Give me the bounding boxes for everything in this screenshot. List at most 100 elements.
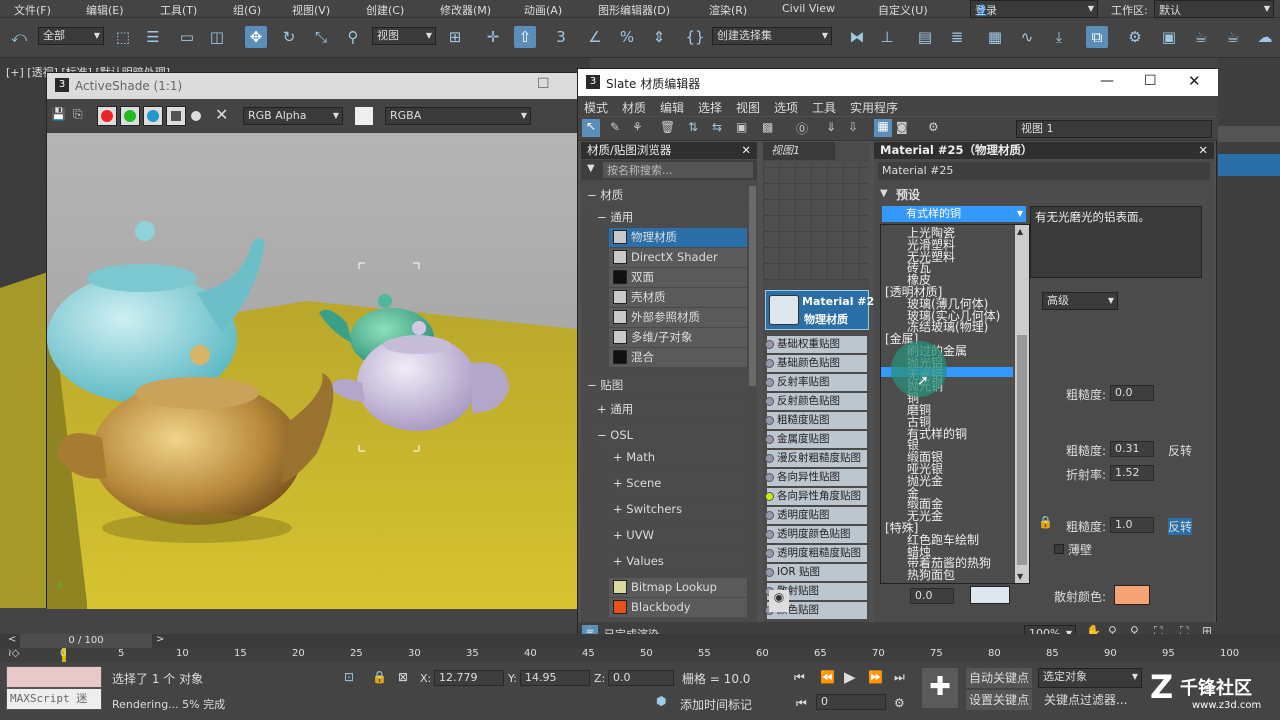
monochrome-icon[interactable] xyxy=(191,111,201,121)
preset-option[interactable]: 冻结玻璃(物理) xyxy=(907,321,988,333)
slot-socket-icon[interactable] xyxy=(765,435,774,444)
angle-snap-icon[interactable]: ∠ xyxy=(584,26,606,48)
menu-rendering[interactable]: 渲染(R) xyxy=(709,2,747,18)
login-dropdown[interactable]: 👤 登录 ▼ xyxy=(970,0,1098,18)
show-map-icon[interactable]: ▦ xyxy=(874,119,892,137)
collapse-icon[interactable]: ▼ xyxy=(880,188,888,199)
x-coordinate[interactable]: 12.779 xyxy=(434,670,504,686)
browser-group-maps-general[interactable]: + 通用 xyxy=(593,400,747,419)
view-select-dropdown[interactable]: 视图 1 xyxy=(1016,120,1212,138)
browser-item-directx[interactable]: DirectX Shader xyxy=(609,248,747,267)
maximize-icon[interactable]: ☐ xyxy=(537,76,550,92)
mirror-icon[interactable]: ⧓ xyxy=(846,26,868,48)
minimize-icon[interactable]: — xyxy=(1100,73,1114,89)
color-swatch[interactable] xyxy=(970,586,1010,604)
slate-menu-options[interactable]: 选项 xyxy=(774,99,798,116)
blue-channel-button[interactable] xyxy=(143,106,163,126)
scene-explorer-icon[interactable]: ▤ xyxy=(914,26,936,48)
next-frame-icon[interactable]: > xyxy=(156,634,164,645)
scale-icon[interactable]: ⤡ xyxy=(310,26,332,48)
menu-file[interactable]: 文件(F) xyxy=(14,2,51,18)
node-view[interactable]: 视图1 Material #25 物理材质 基础权重贴图 基础颜色贴图 反射率贴图反… xyxy=(763,142,882,622)
key-mode-icon[interactable]: ⏮ xyxy=(796,696,807,711)
slot-socket-icon[interactable] xyxy=(765,549,774,558)
slate-menu-edit[interactable]: 编辑 xyxy=(660,99,684,116)
node-slot[interactable]: 漫反射粗糙度贴图 xyxy=(765,450,867,467)
time-tag-icon[interactable]: ⬢ xyxy=(656,694,666,708)
menu-views[interactable]: 视图(V) xyxy=(292,2,330,18)
node-slot[interactable]: 反射率贴图 xyxy=(765,374,867,391)
dropdown-arrow-icon[interactable]: ▼ xyxy=(587,163,595,174)
play-icon[interactable]: ▶ xyxy=(844,668,856,686)
place-icon[interactable]: ⚲ xyxy=(342,26,364,48)
selection-filter-dropdown[interactable]: 全部 ▼ xyxy=(38,27,104,45)
slot-socket-icon[interactable] xyxy=(765,454,774,463)
preset-option[interactable]: 玻璃(薄几何体) xyxy=(907,298,988,310)
layer-explorer-icon[interactable]: ≣ xyxy=(946,26,968,48)
rotate-icon[interactable]: ↻ xyxy=(278,26,300,48)
preset-list-scrollbar[interactable]: ▲ ▼ xyxy=(1015,225,1029,583)
save-image-icon[interactable]: 💾 xyxy=(51,107,66,121)
set-key-button[interactable]: 设置关键点 xyxy=(966,690,1032,710)
reflection-roughness-spinner[interactable]: 0.31 xyxy=(1110,441,1154,457)
set-key-big-icon[interactable]: ✚ xyxy=(922,668,958,708)
node-slot[interactable]: 基础权重贴图 xyxy=(765,336,867,353)
keyboard-shortcut-icon[interactable]: ⇧ xyxy=(514,26,536,48)
node-slot[interactable]: 各向异性贴图 xyxy=(765,469,867,486)
time-config-icon[interactable]: ⚙ xyxy=(894,696,905,710)
slot-socket-icon[interactable] xyxy=(765,397,774,406)
display-channel-dropdown[interactable]: RGB Alpha ▼ xyxy=(243,107,343,125)
transparency-roughness-spinner[interactable]: 1.0 xyxy=(1110,517,1154,533)
named-selection-set-dropdown[interactable]: 创建选择集 ▼ xyxy=(712,27,832,45)
node-slot[interactable]: IOR 贴图 xyxy=(765,564,867,581)
material-name-field[interactable]: Material #25 xyxy=(878,162,1210,180)
key-filters-button[interactable]: 关键点过滤器... xyxy=(1044,690,1144,710)
close-icon[interactable]: ✕ xyxy=(1188,72,1201,90)
select-object-icon[interactable]: ⬚ xyxy=(112,26,134,48)
dope-sheet-icon[interactable]: ⤓ xyxy=(1048,26,1070,48)
window-crossing-icon[interactable]: ◫ xyxy=(206,26,228,48)
slot-socket-icon[interactable] xyxy=(765,416,774,425)
menu-animation[interactable]: 动画(A) xyxy=(524,2,562,18)
node-slot[interactable]: 各向异性角度贴图 xyxy=(765,488,867,505)
slate-menu-utilities[interactable]: 实用程序 xyxy=(850,99,898,116)
copy-image-icon[interactable]: ⎘ xyxy=(73,107,83,122)
menu-graph-editors[interactable]: 图形编辑器(D) xyxy=(598,2,670,18)
bottom-spinner[interactable]: 0.0 xyxy=(910,588,954,604)
workspace-dropdown[interactable]: 默认 ▼ xyxy=(1154,0,1274,18)
preset-option[interactable]: 红色跑车绘制 xyxy=(907,534,979,546)
node-slot[interactable]: 透明度粗糙度贴图 xyxy=(765,545,867,562)
rendered-frame-icon[interactable]: ▣ xyxy=(1158,26,1180,48)
isolate-icon[interactable]: ⊡ xyxy=(344,670,354,684)
prev-key-icon[interactable]: ⏪ xyxy=(820,670,835,684)
slot-socket-icon[interactable] xyxy=(765,530,774,539)
roughness-spinner[interactable]: 0.0 xyxy=(1110,385,1154,401)
lock-icon[interactable]: 🔒 xyxy=(1038,515,1053,529)
absolute-mode-icon[interactable]: ⊠ xyxy=(398,670,408,684)
background-color-swatch[interactable] xyxy=(355,107,373,125)
node-slot[interactable]: 基础颜色贴图 xyxy=(765,355,867,372)
curve-editor-icon[interactable]: ∿ xyxy=(1016,26,1038,48)
render-production-icon[interactable]: ☕ xyxy=(1222,26,1244,48)
select-by-name-icon[interactable]: ☰ xyxy=(142,26,164,48)
slot-socket-icon[interactable] xyxy=(765,340,774,349)
ior-spinner[interactable]: 1.52 xyxy=(1110,465,1154,481)
node-slot[interactable]: 粗糙度贴图 xyxy=(765,412,867,429)
thin-walled-checkbox[interactable] xyxy=(1054,544,1064,554)
slot-socket-icon[interactable] xyxy=(765,568,774,577)
browser-osl-values[interactable]: + Values xyxy=(609,552,747,571)
layout-icon[interactable]: ⇅ xyxy=(688,120,698,134)
slate-menu-material[interactable]: 材质 xyxy=(622,99,646,116)
key-selection-dropdown[interactable]: 选定对象 ▼ xyxy=(1038,668,1142,688)
maxscript-listener-top[interactable] xyxy=(6,666,102,688)
a360-icon[interactable]: ☁ xyxy=(1254,26,1276,48)
browser-section-maps[interactable]: − 贴图 xyxy=(581,376,747,395)
render-setup-icon[interactable]: ⚙ xyxy=(1124,26,1146,48)
browser-scrollbar[interactable] xyxy=(749,186,756,386)
goto-start-icon[interactable]: ⏮ xyxy=(794,670,805,685)
move-children-icon[interactable]: ⇓ xyxy=(826,120,836,134)
browser-item-physical[interactable]: 物理材质 xyxy=(609,228,747,247)
alpha-channel-button[interactable] xyxy=(166,106,186,126)
slot-socket-icon[interactable] xyxy=(765,492,774,501)
edit-named-sets-icon[interactable]: {} xyxy=(684,26,706,48)
